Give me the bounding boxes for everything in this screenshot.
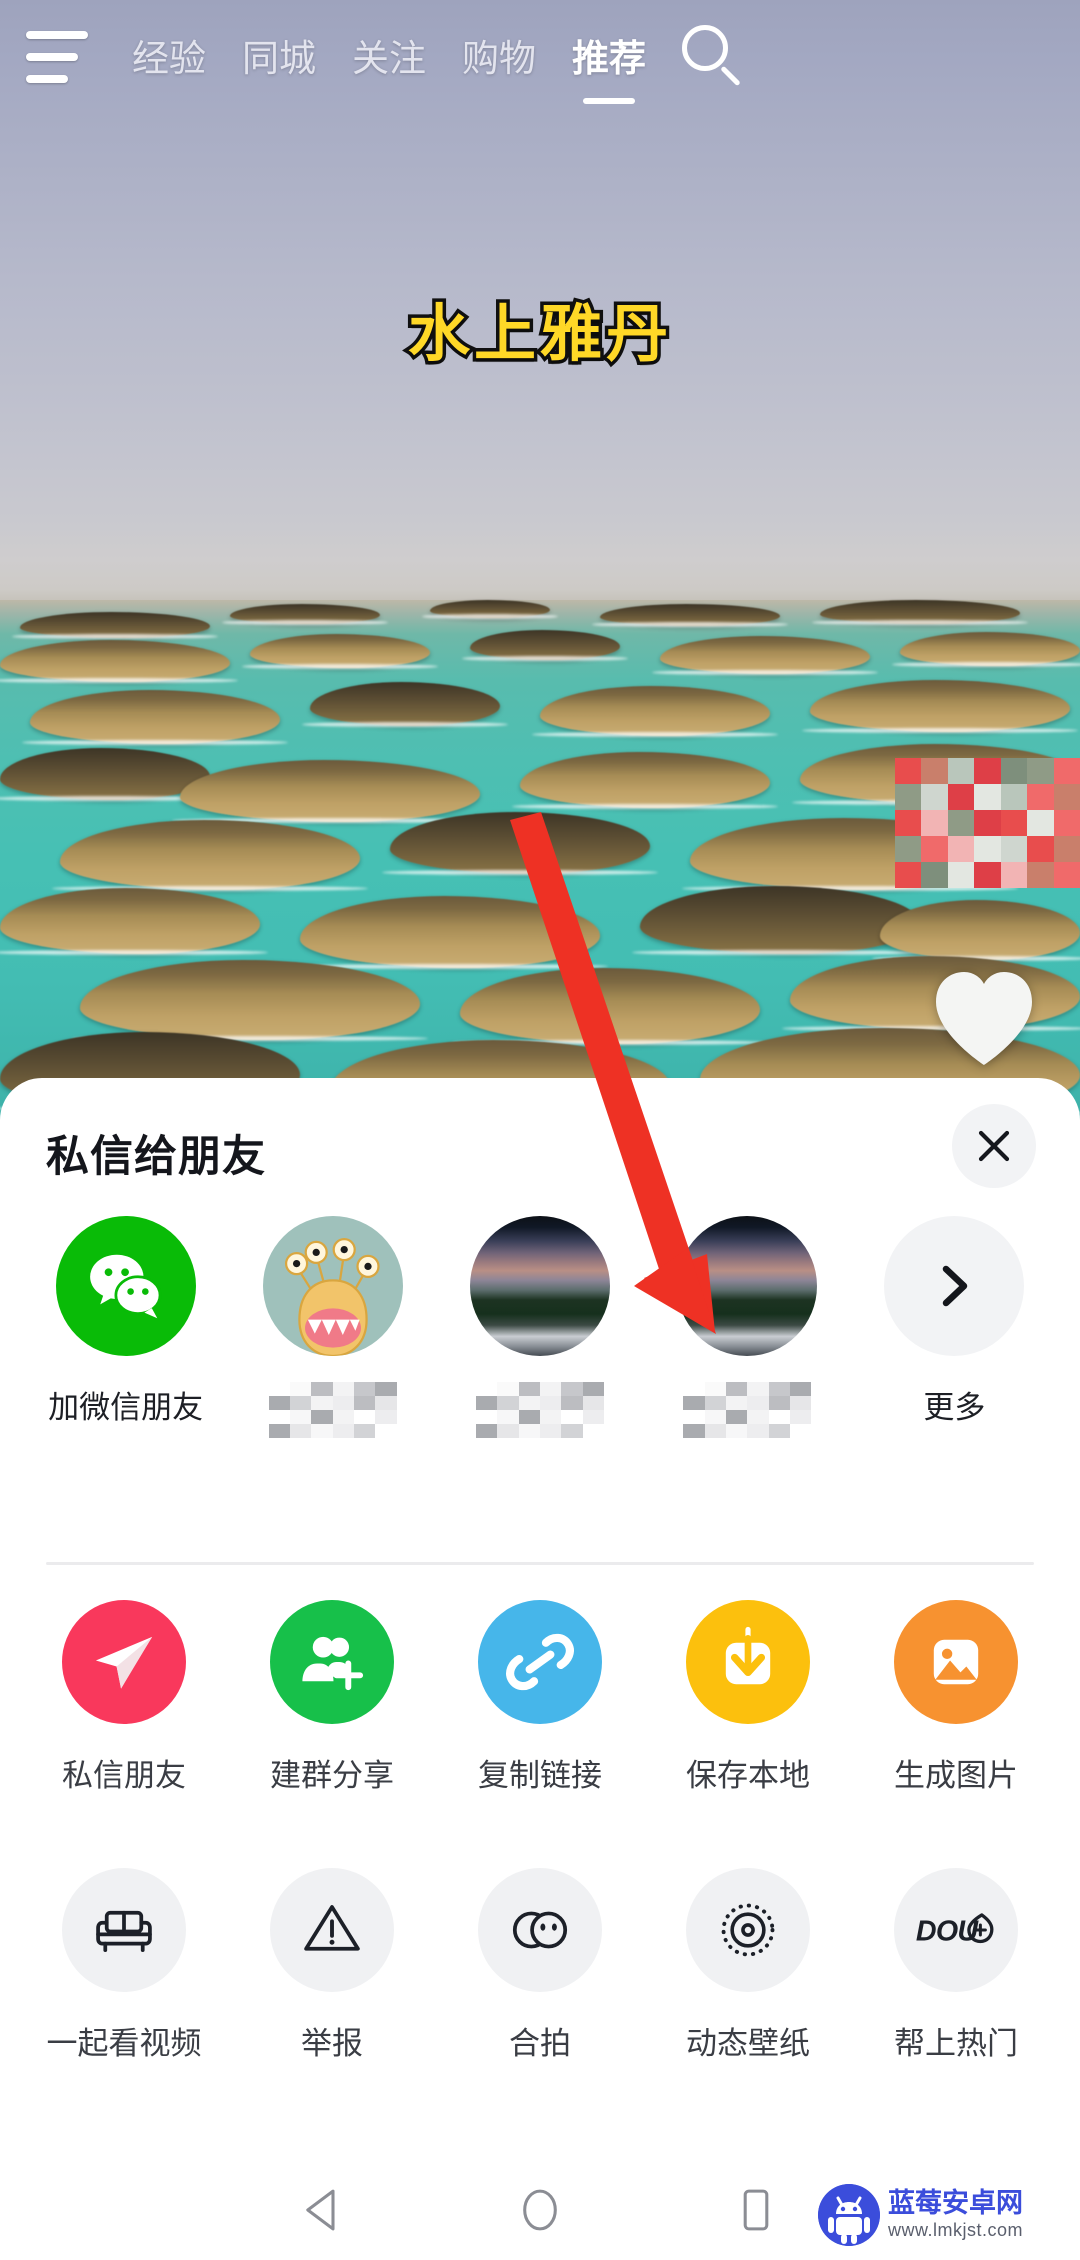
- add-group-icon: [270, 1600, 394, 1724]
- dou-plus-icon: DOU: [894, 1868, 1018, 1992]
- sheet-header: 私信给朋友: [0, 1078, 1080, 1216]
- action-label: 生成图片: [894, 1758, 1018, 1793]
- action-copy-link[interactable]: 复制链接: [436, 1600, 644, 1795]
- triangle-back-icon: [306, 2189, 335, 2231]
- image-icon: [894, 1600, 1018, 1724]
- tab-gouwu[interactable]: 购物: [444, 28, 554, 82]
- share-bottom-sheet: 私信给朋友 加微信朋友 更多 私信朋友 建群分享 复制链接 保存本地 生成图片 …: [0, 1078, 1080, 2190]
- wallpaper-icon: [686, 1868, 810, 1992]
- nav-home-button[interactable]: [432, 2183, 648, 2237]
- hamburger-menu-icon[interactable]: [26, 31, 88, 83]
- action-create-group-share[interactable]: 建群分享: [228, 1600, 436, 1795]
- action-direct-message[interactable]: 私信朋友: [20, 1600, 228, 1795]
- action-label: 合拍: [509, 2026, 571, 2061]
- action-dou-plus-promote[interactable]: DOU 帮上热门: [852, 1868, 1060, 2063]
- site-watermark: 蓝莓安卓网 www.lmkjst.com: [818, 2178, 1070, 2252]
- contact-name-redacted: [268, 1382, 397, 1438]
- tab-tuijian[interactable]: 推荐: [554, 28, 664, 82]
- action-label: 一起看视频: [46, 2026, 202, 2061]
- sheet-title: 私信给朋友: [46, 1133, 266, 1181]
- square-recents-icon: [743, 2189, 769, 2231]
- contact-label: 加微信朋友: [48, 1390, 204, 1425]
- phone-screen: 水上雅丹 经验 同城 关注 购物 推荐 私信给朋友 加微信朋友 更多 私信朋友 …: [0, 0, 1080, 2260]
- link-icon: [478, 1600, 602, 1724]
- mosaic-redaction-block: [895, 758, 1080, 888]
- watermark-url: www.lmkjst.com: [888, 2219, 1024, 2240]
- action-label: 保存本地: [686, 1758, 810, 1793]
- circle-home-icon: [523, 2189, 557, 2231]
- warning-icon: [270, 1868, 394, 1992]
- section-divider: [46, 1562, 1034, 1565]
- watermark-text: 蓝莓安卓网 www.lmkjst.com: [888, 2187, 1024, 2242]
- tab-tongcheng[interactable]: 同城: [224, 28, 334, 82]
- action-report[interactable]: 举报: [228, 1868, 436, 2063]
- nav-back-button[interactable]: [216, 2183, 432, 2237]
- action-label: 举报: [301, 2026, 363, 2061]
- action-row-secondary: 一起看视频 举报 合拍 动态壁纸 DOU 帮上热门: [0, 1868, 1080, 2063]
- action-duet[interactable]: 合拍: [436, 1868, 644, 2063]
- contact-add-wechat-friend[interactable]: 加微信朋友: [22, 1216, 229, 1427]
- action-save-local[interactable]: 保存本地: [644, 1600, 852, 1795]
- contact-name-redacted: [476, 1382, 604, 1438]
- contact-share-row: 加微信朋友 更多: [0, 1216, 1080, 1512]
- wechat-logo-icon: [55, 1216, 196, 1356]
- action-label: 私信朋友: [62, 1758, 186, 1793]
- contact-name-redacted: [683, 1382, 812, 1438]
- contact-friend-1[interactable]: [229, 1216, 436, 1438]
- sofa-icon: [62, 1868, 186, 1992]
- action-row-primary: 私信朋友 建群分享 复制链接 保存本地 生成图片: [0, 1600, 1080, 1795]
- action-label: 建群分享: [270, 1758, 394, 1793]
- tab-jingyan[interactable]: 经验: [114, 28, 224, 82]
- action-live-wallpaper[interactable]: 动态壁纸: [644, 1868, 852, 2063]
- search-icon[interactable]: [676, 19, 748, 91]
- contact-friend-2[interactable]: [436, 1216, 643, 1438]
- video-title: 水上雅丹: [404, 297, 672, 373]
- action-label: 复制链接: [478, 1758, 602, 1793]
- paper-plane-icon: [62, 1600, 186, 1724]
- android-robot-icon: [818, 2184, 880, 2246]
- contact-label: 更多: [923, 1390, 986, 1425]
- contact-friend-3[interactable]: [644, 1216, 851, 1438]
- photo-avatar: [677, 1216, 818, 1356]
- monster-avatar: [262, 1216, 403, 1356]
- top-navigation-bar: 经验 同城 关注 购物 推荐: [0, 0, 1080, 110]
- watermark-name: 蓝莓安卓网: [888, 2187, 1023, 2218]
- duet-icon: [478, 1868, 602, 1992]
- tab-guanzhu[interactable]: 关注: [334, 28, 444, 82]
- contact-more-button[interactable]: 更多: [851, 1216, 1058, 1427]
- photo-avatar: [470, 1216, 610, 1356]
- action-watch-together[interactable]: 一起看视频: [20, 1868, 228, 2063]
- action-label: 动态壁纸: [686, 2026, 810, 2061]
- action-label: 帮上热门: [894, 2026, 1018, 2061]
- heart-icon[interactable]: [930, 968, 1038, 1068]
- chevron-right-icon: [884, 1216, 1025, 1356]
- close-icon[interactable]: [952, 1104, 1036, 1188]
- download-icon: [686, 1600, 810, 1724]
- action-generate-image[interactable]: 生成图片: [852, 1600, 1060, 1795]
